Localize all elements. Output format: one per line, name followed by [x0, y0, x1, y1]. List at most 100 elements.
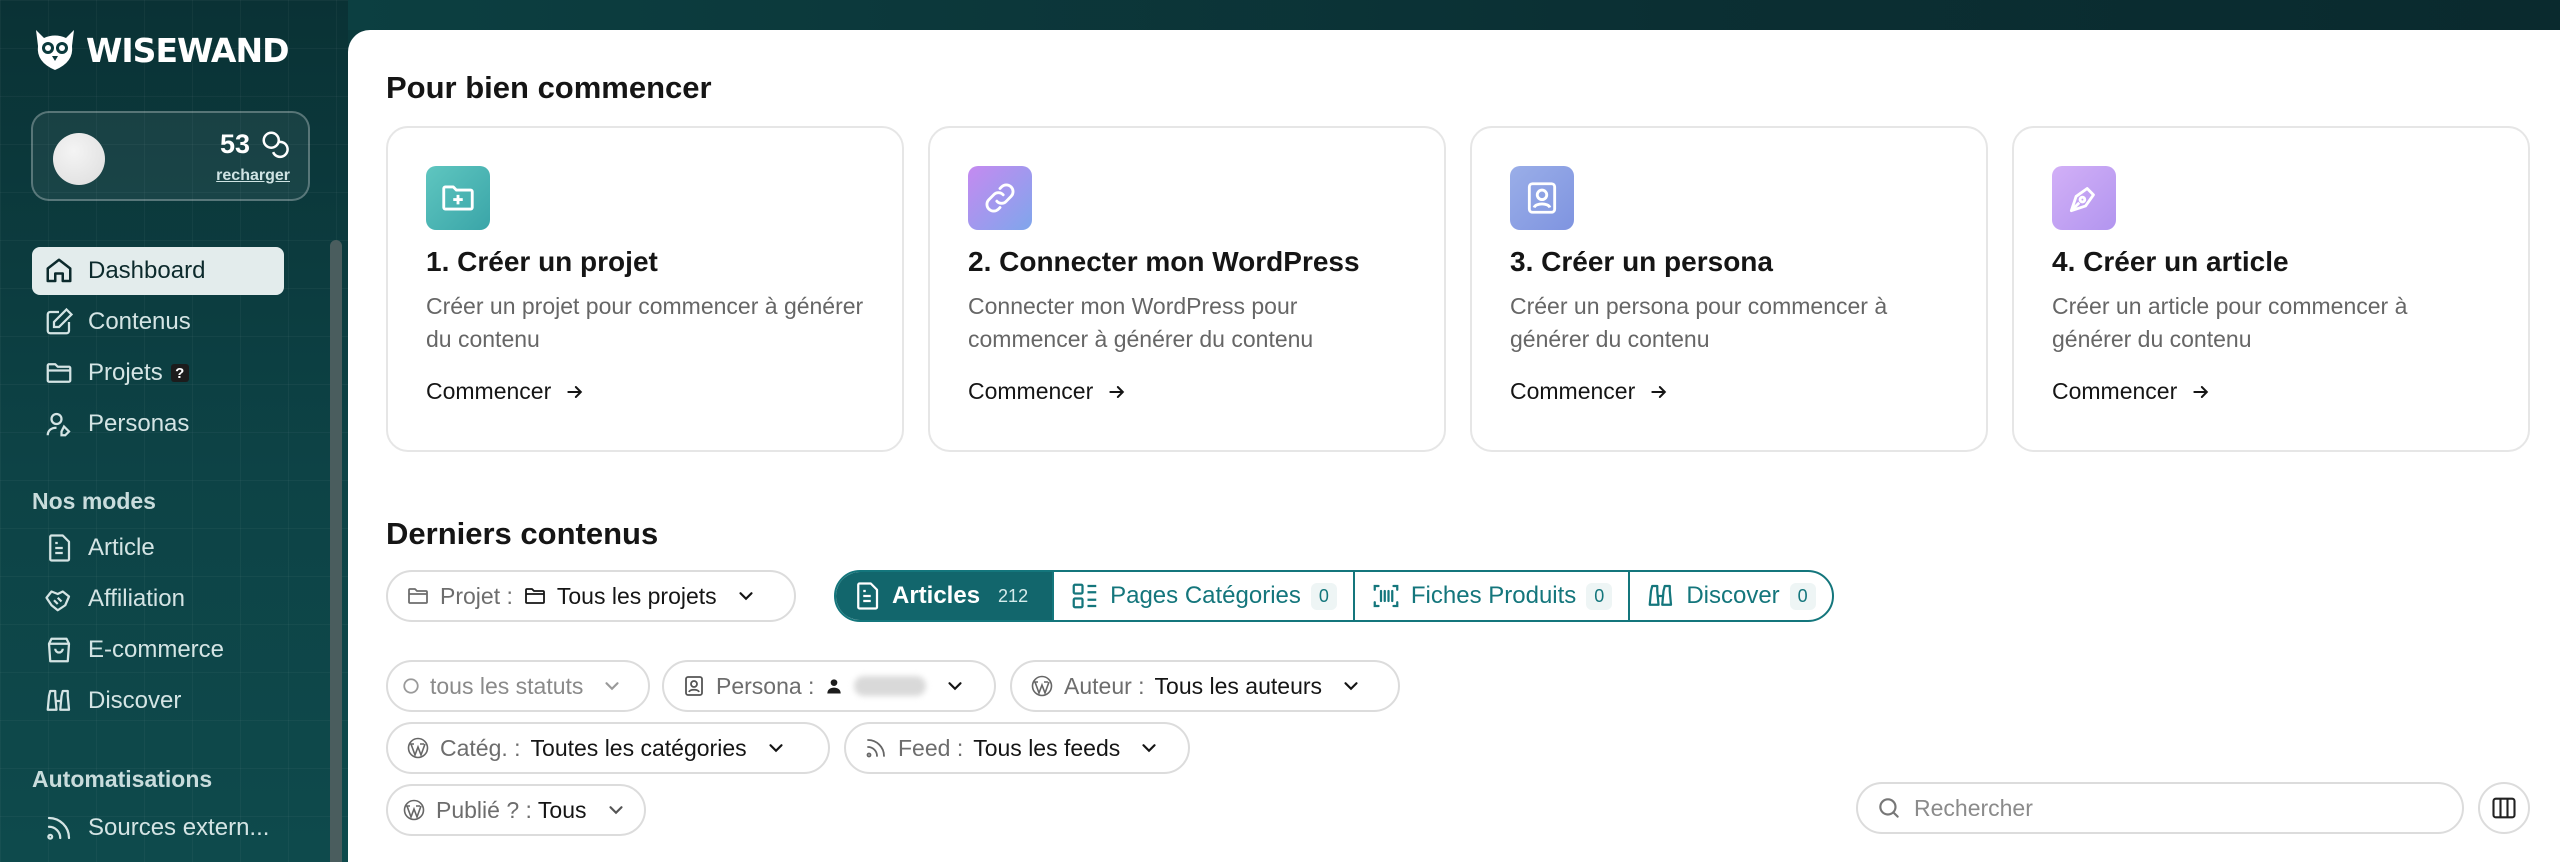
sidebar-item-label: Discover — [88, 687, 182, 714]
rss-icon — [866, 739, 885, 758]
chevron-down-icon — [605, 682, 620, 691]
credits-value: 53 — [219, 129, 250, 159]
step-title: 1. Créer un projet — [426, 246, 658, 277]
feed-filter-value: Tous les feeds — [973, 734, 1121, 761]
layout-list-icon — [1072, 583, 1097, 609]
brand-logo[interactable]: WISEWAND — [30, 26, 289, 74]
search-icon — [1879, 798, 1899, 818]
persona-filter-label: Persona : — [716, 672, 815, 699]
sidebar-item-personas[interactable]: Personas — [32, 400, 284, 448]
step-start-link[interactable]: Commencer — [2052, 378, 2211, 405]
file-text-icon — [49, 534, 71, 562]
arrow-right-icon — [2193, 385, 2209, 398]
link-icon — [985, 183, 1015, 213]
feed-filter[interactable]: Feed : Tous les feeds — [844, 722, 1190, 774]
modes-section-title: Nos modes — [32, 488, 156, 514]
sidebar-item-sources[interactable]: Sources extern... — [32, 804, 284, 852]
step-cta-label: Commencer — [2052, 378, 2178, 404]
sidebar-item-dashboard[interactable]: Dashboard — [32, 247, 284, 295]
help-badge[interactable]: ? — [170, 364, 189, 382]
author-filter-value: Tous les auteurs — [1154, 672, 1323, 699]
binoculars-icon — [46, 689, 71, 711]
tab-label: Articles — [892, 582, 981, 609]
recharge-link[interactable]: recharger — [216, 167, 290, 185]
step-description: Créer un projet pour commencer à générer… — [426, 293, 864, 352]
avatar[interactable] — [53, 133, 105, 185]
credits-card[interactable]: 53 recharger — [31, 111, 310, 201]
chevron-down-icon — [948, 682, 963, 691]
sidebar-item-contenus[interactable]: Contenus — [32, 298, 284, 346]
step-card-create-persona[interactable]: 3. Créer un persona Créer un persona pou… — [1470, 126, 1988, 452]
step-icon-box — [968, 166, 1032, 230]
handshake-icon — [45, 590, 71, 612]
sidebar-item-label: Projets — [88, 359, 163, 386]
barcode-icon — [1373, 584, 1399, 608]
main-nav: Dashboard Contenus Projets ? Personas — [32, 247, 284, 451]
tab-articles[interactable]: Articles 212 — [836, 572, 1055, 620]
sidebar-item-article[interactable]: Article — [32, 524, 284, 572]
user-pen-icon — [46, 412, 71, 437]
sidebar-item-label: Article — [88, 534, 155, 561]
sidebar-item-label: E-commerce — [88, 636, 225, 663]
arrow-right-icon — [1651, 385, 1667, 398]
category-filter[interactable]: Catég. : Toutes les catégories — [386, 722, 830, 774]
step-start-link[interactable]: Commencer — [968, 378, 1127, 405]
step-icon-box — [426, 166, 490, 230]
step-start-link[interactable]: Commencer — [426, 378, 585, 405]
published-filter[interactable]: Publié ? : Tous — [386, 784, 646, 836]
binoculars-icon — [1648, 584, 1673, 606]
contact-icon — [685, 676, 703, 696]
step-cta-label: Commencer — [968, 378, 1094, 404]
tab-label: Pages Catégories — [1110, 582, 1301, 609]
step-card-create-article[interactable]: 4. Créer un article Créer un article pou… — [2012, 126, 2530, 452]
getting-started-title: Pour bien commencer — [386, 70, 712, 105]
tab-discover[interactable]: Discover 0 — [1630, 572, 1831, 620]
project-filter-label: Projet : — [440, 582, 513, 609]
contact-icon — [1527, 182, 1557, 214]
step-card-create-project[interactable]: 1. Créer un projet Créer un projet pour … — [386, 126, 904, 452]
step-card-connect-wordpress[interactable]: 2. Connecter mon WordPress Connecter mon… — [928, 126, 1446, 452]
step-description: Connecter mon WordPress pour commencer à… — [968, 293, 1314, 352]
sidebar-item-affiliation[interactable]: Affiliation — [32, 575, 284, 623]
wordpress-icon — [1031, 675, 1053, 697]
category-filter-value: Toutes les catégories — [530, 734, 747, 761]
status-filter[interactable]: tous les statuts — [386, 660, 650, 712]
persona-filter[interactable]: Persona : — [662, 660, 996, 712]
rss-icon — [47, 816, 71, 840]
folder-icon — [408, 588, 428, 604]
top-band — [348, 0, 2560, 30]
columns-toggle-button[interactable] — [2478, 782, 2530, 834]
tab-category-pages[interactable]: Pages Catégories 0 — [1054, 572, 1355, 620]
step-cta-label: Commencer — [426, 378, 552, 404]
file-text-icon — [857, 582, 879, 610]
sidebar-item-label: Sources extern... — [88, 814, 270, 841]
brand-name: WISEWAND — [86, 30, 289, 70]
project-filter[interactable]: Projet : Tous les projets — [386, 570, 796, 622]
search-box[interactable] — [1856, 782, 2464, 834]
tab-label: Discover — [1686, 582, 1780, 609]
sidebar-item-ecommerce[interactable]: E-commerce — [32, 626, 284, 674]
status-filter-value: tous les statuts — [430, 672, 584, 699]
author-filter[interactable]: Auteur : Tous les auteurs — [1010, 660, 1400, 712]
chevron-down-icon — [739, 592, 753, 601]
step-title: 2. Connecter mon WordPress — [968, 246, 1360, 277]
tab-product-sheets[interactable]: Fiches Produits 0 — [1355, 572, 1631, 620]
chevron-down-icon — [1142, 744, 1156, 753]
arrow-right-icon — [567, 385, 583, 398]
sidebar-item-label: Personas — [88, 410, 190, 437]
content-type-tabs: Articles 212 Pages Catégories 0 Fiches P… — [834, 570, 1834, 622]
user-icon — [827, 679, 842, 694]
folder-plus-icon — [442, 185, 474, 211]
sidebar-item-projets[interactable]: Projets ? — [32, 349, 284, 397]
sidebar-item-discover[interactable]: Discover — [32, 677, 284, 725]
sidebar-scrollbar[interactable] — [330, 240, 342, 862]
step-title: 4. Créer un article — [2052, 246, 2289, 277]
chevron-down-icon — [608, 806, 623, 815]
search-input[interactable] — [1914, 794, 2434, 822]
tab-count: 0 — [1310, 582, 1337, 610]
step-start-link[interactable]: Commencer — [1510, 378, 1669, 405]
step-icon-box — [2052, 166, 2116, 230]
edit-icon — [46, 307, 74, 335]
author-filter-label: Auteur : — [1064, 672, 1145, 699]
wordpress-icon — [407, 737, 429, 759]
